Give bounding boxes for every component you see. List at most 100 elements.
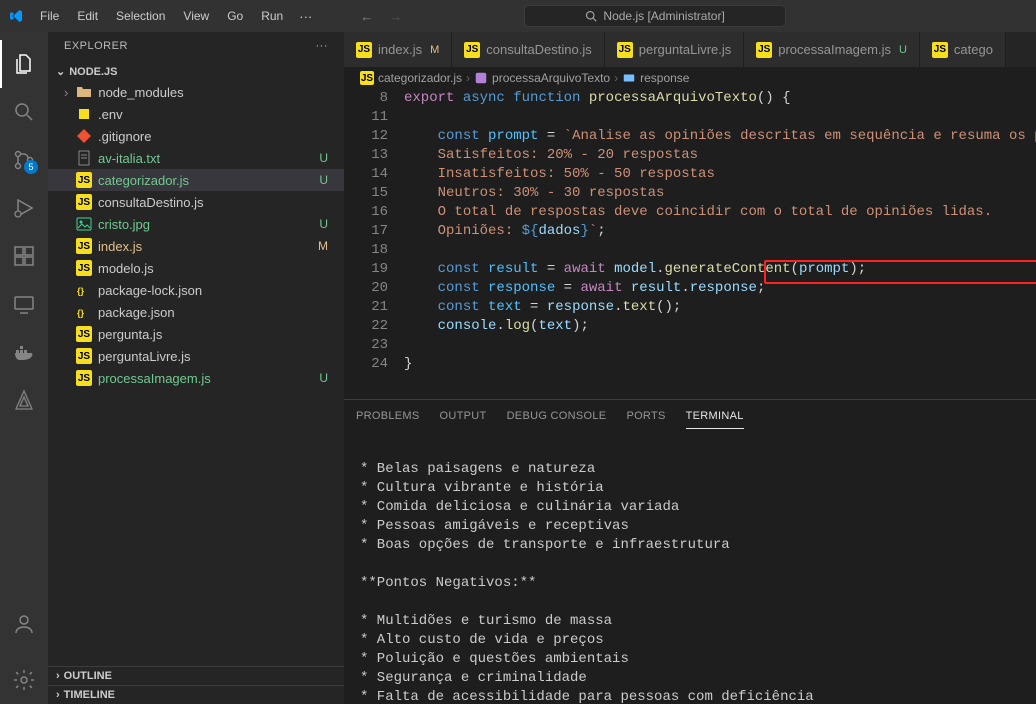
file-cristo-jpg[interactable]: cristo.jpgU	[48, 213, 344, 235]
file-label: node_modules	[98, 85, 183, 100]
files-icon	[12, 52, 36, 76]
menu-go[interactable]: Go	[219, 5, 251, 27]
debug-icon	[12, 196, 36, 220]
file-package-lock-json[interactable]: {}package-lock.json	[48, 279, 344, 301]
editor-tabs: JSindex.jsMJSconsultaDestino.jsJSpergunt…	[344, 32, 1036, 67]
sidebar-header: EXPLORER ···	[48, 32, 344, 60]
menu-view[interactable]: View	[175, 5, 217, 27]
tab-index-js[interactable]: JSindex.jsM	[344, 32, 452, 67]
code-line-15[interactable]: Neutros: 30% - 30 respostas	[404, 184, 1036, 203]
code-line-12[interactable]: const prompt = `Analise as opiniões desc…	[404, 127, 1036, 146]
code-line-13[interactable]: Satisfeitos: 20% - 20 respostas	[404, 146, 1036, 165]
sidebar-title: EXPLORER	[64, 40, 128, 52]
nav-forward-icon[interactable]: →	[389, 9, 402, 24]
file-status: U	[319, 173, 336, 187]
code-line-20[interactable]: const response = await result.response;	[404, 279, 1036, 298]
file--env[interactable]: .env	[48, 103, 344, 125]
section-timeline[interactable]: ›TIMELINE	[48, 685, 344, 704]
menu-selection[interactable]: Selection	[108, 5, 173, 27]
code-line-18[interactable]	[404, 241, 1036, 260]
scm-badge: 5	[24, 160, 38, 174]
activity-azure[interactable]	[0, 376, 48, 424]
file-tree: ›node_modules.env.gitignoreav-italia.txt…	[48, 81, 344, 389]
code-line-24[interactable]: }	[404, 355, 1036, 374]
js-file-icon: JS	[464, 42, 480, 58]
code-line-23[interactable]	[404, 336, 1036, 355]
menu-edit[interactable]: Edit	[69, 5, 106, 27]
tab-catego[interactable]: JScatego	[920, 32, 1006, 67]
line-number: 8	[344, 89, 388, 108]
menu-run[interactable]: Run	[253, 5, 291, 27]
line-number: 19	[344, 260, 388, 279]
activity-docker[interactable]	[0, 328, 48, 376]
tab-status: M	[430, 44, 439, 56]
activity-run-debug[interactable]	[0, 184, 48, 232]
line-gutter: 81112131415161718192021222324	[344, 89, 404, 399]
js-file-icon: JS	[360, 71, 374, 85]
code-line-17[interactable]: Opiniões: ${dados}`;	[404, 222, 1036, 241]
activity-extensions[interactable]	[0, 232, 48, 280]
activity-settings[interactable]	[0, 656, 48, 704]
file-processaImagem-js[interactable]: JSprocessaImagem.jsU	[48, 367, 344, 389]
panel-tab-debug-console[interactable]: DEBUG CONSOLE	[507, 406, 607, 429]
panel-tab-terminal[interactable]: TERMINAL	[686, 406, 744, 429]
activity-explorer[interactable]	[0, 40, 48, 88]
code-line-22[interactable]: console.log(text);	[404, 317, 1036, 336]
code-line-21[interactable]: const text = response.text();	[404, 298, 1036, 317]
activity-source-control[interactable]: 5	[0, 136, 48, 184]
nav-back-icon[interactable]: ←	[360, 9, 373, 24]
file-index-js[interactable]: JSindex.jsM	[48, 235, 344, 257]
file-perguntaLivre-js[interactable]: JSperguntaLivre.js	[48, 345, 344, 367]
panel-tab-problems[interactable]: PROBLEMS	[356, 406, 420, 429]
file-status: U	[319, 217, 336, 231]
tab-processaImagem-js[interactable]: JSprocessaImagem.jsU	[744, 32, 920, 67]
line-number: 15	[344, 184, 388, 203]
js-file-icon: JS	[356, 42, 372, 58]
project-section-header[interactable]: ⌄ NODE.JS	[48, 62, 344, 81]
js-file-icon: JS	[932, 42, 948, 58]
panel-tab-ports[interactable]: PORTS	[626, 406, 665, 429]
file-node_modules[interactable]: ›node_modules	[48, 81, 344, 103]
activity-remote[interactable]	[0, 280, 48, 328]
menu-more-icon[interactable]: ···	[291, 5, 320, 28]
extensions-icon	[12, 244, 36, 268]
file-status: M	[318, 239, 336, 253]
file-categorizador-js[interactable]: JScategorizador.jsU	[48, 169, 344, 191]
file-label: modelo.js	[98, 261, 154, 276]
code-line-11[interactable]	[404, 108, 1036, 127]
file-pergunta-js[interactable]: JSpergunta.js	[48, 323, 344, 345]
line-number: 11	[344, 108, 388, 127]
code-line-8[interactable]: export async function processaArquivoTex…	[404, 89, 1036, 108]
file-label: package.json	[98, 305, 175, 320]
file-av-italia-txt[interactable]: av-italia.txtU	[48, 147, 344, 169]
tab-consultaDestino-js[interactable]: JSconsultaDestino.js	[452, 32, 605, 67]
breadcrumb-fn: processaArquivoTexto	[492, 71, 610, 85]
breadcrumb[interactable]: JS categorizador.js › processaArquivoTex…	[344, 67, 1036, 89]
activity-account[interactable]	[0, 600, 48, 648]
tab-perguntaLivre-js[interactable]: JS perguntaLivre.js	[605, 32, 745, 67]
code-line-14[interactable]: Insatisfeitos: 50% - 50 respostas	[404, 165, 1036, 184]
project-name: NODE.JS	[69, 66, 117, 78]
breadcrumb-var: response	[640, 71, 689, 85]
chevron-down-icon: ⌄	[56, 65, 65, 78]
panel-tab-output[interactable]: OUTPUT	[440, 406, 487, 429]
command-center[interactable]: Node.js [Administrator]	[402, 5, 908, 27]
sidebar-more-icon[interactable]: ···	[316, 40, 329, 52]
line-number: 16	[344, 203, 388, 222]
js-file-icon: JS	[617, 42, 633, 58]
code-line-16[interactable]: O total de respostas deve coincidir com …	[404, 203, 1036, 222]
file-package-json[interactable]: {}package.json	[48, 301, 344, 323]
code-line-19[interactable]: const result = await model.generateConte…	[404, 260, 1036, 279]
tab-label: perguntaLivre.js	[639, 42, 732, 57]
code-editor[interactable]: 81112131415161718192021222324 export asy…	[344, 89, 1036, 399]
file-label: av-italia.txt	[98, 151, 160, 166]
activity-search[interactable]	[0, 88, 48, 136]
menu-file[interactable]: File	[32, 5, 67, 27]
file-modelo-js[interactable]: JSmodelo.js	[48, 257, 344, 279]
section-outline[interactable]: ›OUTLINE	[48, 666, 344, 685]
file--gitignore[interactable]: .gitignore	[48, 125, 344, 147]
file-consultaDestino-js[interactable]: JSconsultaDestino.js	[48, 191, 344, 213]
menu-bar: FileEditSelectionViewGoRun	[32, 5, 291, 27]
terminal-output[interactable]: * Belas paisagens e natureza * Cultura v…	[344, 429, 1036, 704]
remote-icon	[12, 292, 36, 316]
